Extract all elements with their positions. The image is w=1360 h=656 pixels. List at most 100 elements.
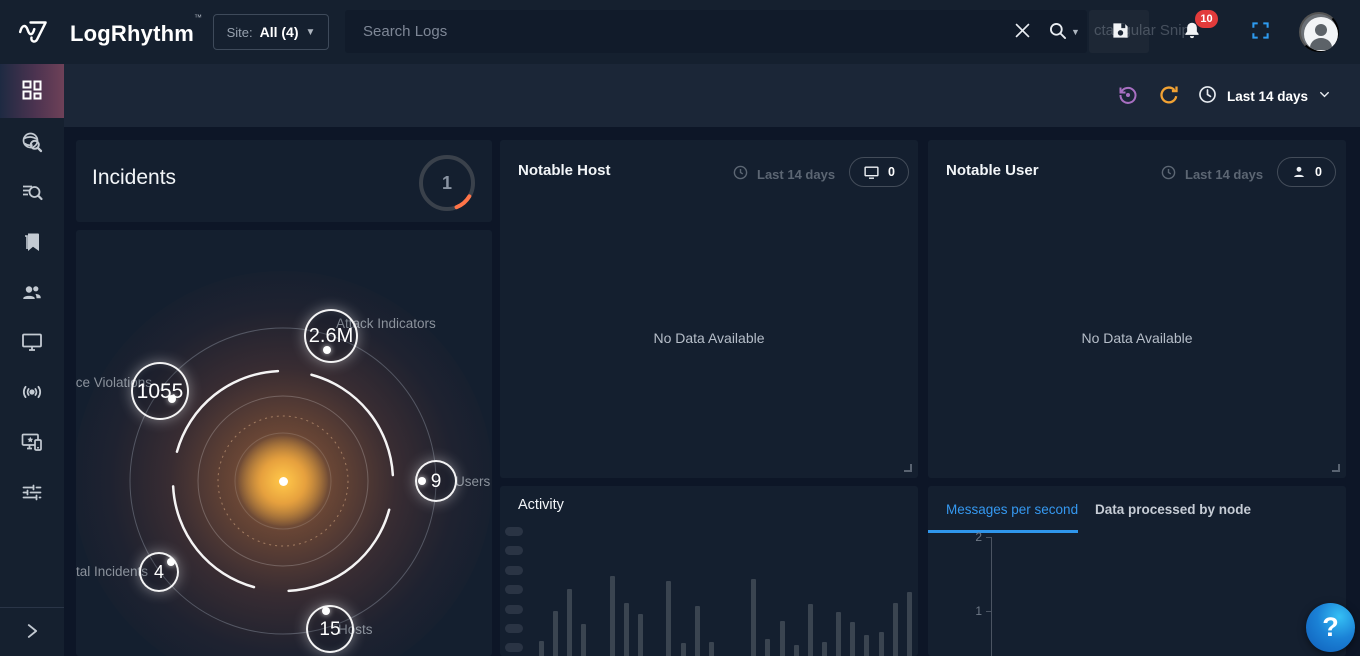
sidebar-item-threat-analyze[interactable] xyxy=(0,118,64,168)
save-search-button[interactable] xyxy=(1106,18,1134,46)
sidebar-item-dashboard[interactable] xyxy=(0,64,64,118)
logo[interactable]: LogRhythm™ xyxy=(18,15,202,52)
activity-bar xyxy=(610,576,615,656)
user-avatar[interactable] xyxy=(1299,12,1339,52)
top-bar: LogRhythm™ Site: All (4) ▼ ▼ ctan xyxy=(0,0,1360,64)
host-monitor-icon xyxy=(20,330,44,357)
activity-card: Activity xyxy=(500,486,918,656)
y-tick-label: 2 xyxy=(966,530,982,544)
activity-bar xyxy=(681,643,686,656)
sidebar-item-cases[interactable] xyxy=(0,218,64,268)
sidebar-expand-button[interactable] xyxy=(0,608,64,656)
clock-icon xyxy=(1197,84,1218,108)
y-tick-label: 1 xyxy=(966,604,982,618)
y-tick xyxy=(986,537,992,538)
refresh-button[interactable] xyxy=(1154,81,1184,111)
globe-search-icon xyxy=(20,130,44,157)
activity-bar xyxy=(879,632,884,656)
notable-user-title: Notable User xyxy=(946,162,1039,179)
sidebar-item-people[interactable] xyxy=(0,268,64,318)
logrhythm-dashboard: LogRhythm™ Site: All (4) ▼ ▼ ctan xyxy=(0,0,1360,656)
time-range-selector[interactable]: Last 14 days xyxy=(1197,80,1332,112)
notable-host-time-range: Last 14 days xyxy=(732,164,835,184)
cases-icon xyxy=(20,230,44,257)
throughput-card: Messages per second Data processed by no… xyxy=(928,486,1346,656)
incidents-title: Incidents xyxy=(92,166,176,190)
site-selector-label: Site: xyxy=(227,25,253,40)
orbit-bubble-attack-indicators[interactable]: 2.6M xyxy=(304,309,358,363)
sidebar-item-deployment[interactable] xyxy=(0,418,64,468)
history-restore-button[interactable] xyxy=(1113,81,1143,111)
y-tick xyxy=(986,611,992,612)
incidents-orbit-card: Attack Indicators2.6MCompliance Violatio… xyxy=(76,230,492,656)
chevron-down-icon: ▼ xyxy=(1071,27,1080,37)
orbit-anchor-dot xyxy=(167,558,175,566)
clock-icon xyxy=(732,164,749,184)
sidebar-item-host-monitor[interactable] xyxy=(0,318,64,368)
orbit-bubbles: Attack Indicators2.6MCompliance Violatio… xyxy=(76,230,492,656)
deployment-monitor-icon xyxy=(20,430,44,457)
person-icon xyxy=(1291,164,1307,180)
help-button[interactable]: ? xyxy=(1306,603,1355,652)
trademark: ™ xyxy=(194,13,202,22)
broadcast-icon xyxy=(20,380,44,407)
clear-search-button[interactable] xyxy=(1008,18,1036,46)
activity-bar xyxy=(581,624,586,656)
orbit-anchor-dot xyxy=(418,477,426,485)
refresh-icon xyxy=(1157,83,1181,110)
search-icon xyxy=(1048,21,1068,44)
search-bar xyxy=(345,10,1087,53)
site-selector[interactable]: Site: All (4) ▼ xyxy=(213,14,329,50)
orbit-anchor-dot xyxy=(322,607,330,615)
notable-user-count: 0 xyxy=(1315,165,1322,179)
history-icon xyxy=(1116,83,1140,110)
search-options-dropdown[interactable]: ▼ xyxy=(1044,18,1084,46)
tab-messages-per-second[interactable]: Messages per second xyxy=(946,502,1078,517)
notable-user-time-range: Last 14 days xyxy=(1160,164,1263,184)
orbit-bubble-compliance-violations[interactable]: 1055 xyxy=(131,362,189,420)
tune-sliders-icon xyxy=(20,480,44,507)
time-range-text: Last 14 days xyxy=(1185,167,1263,182)
logo-text: LogRhythm xyxy=(70,21,194,46)
logo-wordmark: LogRhythm™ xyxy=(70,21,202,47)
fullscreen-button[interactable] xyxy=(1246,18,1274,46)
resize-handle[interactable] xyxy=(904,464,912,472)
chevron-right-icon xyxy=(21,620,43,645)
dashboard-toolbar: Last 14 days xyxy=(64,64,1360,127)
orbit-bubble-hosts[interactable]: 15 xyxy=(306,605,354,653)
sidebar-item-settings[interactable] xyxy=(0,468,64,518)
activity-bar xyxy=(822,642,827,656)
resize-handle[interactable] xyxy=(1332,464,1340,472)
activity-bar xyxy=(539,641,544,656)
orbit-anchor-dot xyxy=(323,346,331,354)
orbit-anchor-dot xyxy=(168,395,176,403)
avatar-caret xyxy=(1327,40,1339,52)
sidebar-item-log-search[interactable] xyxy=(0,168,64,218)
activity-bar xyxy=(567,589,572,656)
orbit-label: Users xyxy=(455,474,490,489)
log-search-icon xyxy=(20,180,44,207)
activity-bar xyxy=(765,639,770,656)
activity-bar xyxy=(780,621,785,656)
search-input[interactable] xyxy=(345,10,1087,53)
notable-host-title: Notable Host xyxy=(518,162,611,179)
notable-host-count: 0 xyxy=(888,165,895,179)
active-tab-underline xyxy=(928,530,1078,533)
activity-bar xyxy=(836,612,841,656)
tab-data-processed-by-node[interactable]: Data processed by node xyxy=(1095,502,1251,517)
activity-bar xyxy=(808,604,813,656)
activity-bar xyxy=(709,642,714,656)
notable-host-empty-text: No Data Available xyxy=(500,330,918,346)
sidebar-item-broadcast[interactable] xyxy=(0,368,64,418)
chevron-down-icon xyxy=(1317,87,1332,105)
notable-user-card: Notable User Last 14 days 0 No Data Avai… xyxy=(928,140,1346,478)
clock-icon xyxy=(1160,164,1177,184)
incidents-header-card: Incidents 1 xyxy=(76,140,492,222)
dashboard-icon xyxy=(20,78,44,105)
activity-bar xyxy=(638,614,643,656)
notable-host-count-pill[interactable]: 0 xyxy=(849,157,909,187)
notable-user-count-pill[interactable]: 0 xyxy=(1277,157,1336,187)
users-icon xyxy=(20,280,44,307)
monitor-icon xyxy=(863,164,880,181)
activity-bar xyxy=(864,635,869,656)
